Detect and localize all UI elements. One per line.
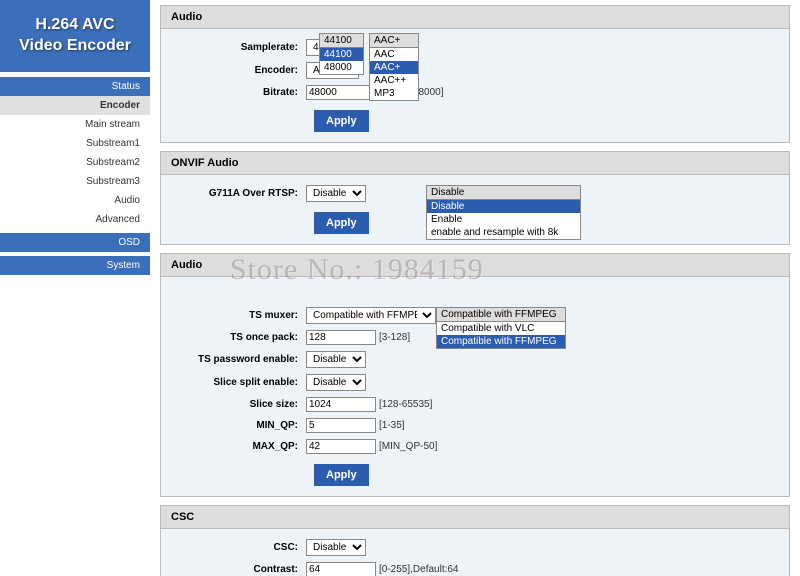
nav-substream3[interactable]: Substream3: [0, 172, 150, 191]
bitrate-input[interactable]: [306, 85, 376, 100]
encoder-opt-1[interactable]: AAC: [370, 48, 418, 61]
onvif-title: ONVIF Audio: [161, 152, 789, 175]
bitrate-label: Bitrate:: [176, 87, 306, 98]
nav-mainstream[interactable]: Main stream: [0, 115, 150, 134]
tsonce-hint: [3-128]: [379, 332, 410, 343]
nav-substream2[interactable]: Substream2: [0, 153, 150, 172]
audio1-apply-button[interactable]: Apply: [314, 110, 369, 132]
g711a-opt-3[interactable]: enable and resample with 8k: [427, 226, 580, 239]
encoder-opt-4[interactable]: MP3: [370, 87, 418, 100]
csc-title: CSC: [161, 506, 789, 529]
samplerate-dropdown-open[interactable]: 44100 44100 48000: [319, 33, 364, 75]
tsmuxer-label: TS muxer:: [176, 310, 306, 321]
tsmuxer-select[interactable]: Compatible with FFMPEG: [306, 307, 436, 324]
nav-substream1[interactable]: Substream1: [0, 134, 150, 153]
contrast-label: Contrast:: [176, 564, 306, 575]
nav-status[interactable]: Status: [0, 77, 150, 96]
minqp-hint: [1-35]: [379, 420, 405, 431]
nav-system[interactable]: System: [0, 256, 150, 275]
tsmuxer-opt-1[interactable]: Compatible with VLC: [437, 322, 565, 335]
main-content: Audio Samplerate: 44100 44100 44100 4800…: [150, 0, 800, 576]
slicesize-input[interactable]: [306, 397, 376, 412]
sidebar: H.264 AVC Video Encoder Status Encoder M…: [0, 0, 150, 576]
nav: Status Encoder Main stream Substream1 Su…: [0, 77, 150, 275]
onvif-section: ONVIF Audio G711A Over RTSP: Disable Dis…: [160, 151, 790, 245]
audio1-title: Audio: [161, 6, 789, 29]
maxqp-label: MAX_QP:: [176, 441, 306, 452]
logo-line1: H.264 AVC: [8, 15, 142, 36]
audio2-apply-button[interactable]: Apply: [314, 464, 369, 486]
minqp-label: MIN_QP:: [176, 420, 306, 431]
slicesize-label: Slice size:: [176, 399, 306, 410]
audio-section-1: Audio Samplerate: 44100 44100 44100 4800…: [160, 5, 790, 143]
onvif-apply-button[interactable]: Apply: [314, 212, 369, 234]
slicesize-hint: [128-65535]: [379, 399, 432, 410]
contrast-hint: [0-255],Default:64: [379, 564, 459, 575]
contrast-input[interactable]: [306, 562, 376, 576]
nav-audio[interactable]: Audio: [0, 191, 150, 210]
nav-advanced[interactable]: Advanced: [0, 210, 150, 229]
slicesplit-label: Slice split enable:: [176, 377, 306, 388]
csc-select[interactable]: Disable: [306, 539, 366, 556]
maxqp-hint: [MIN_QP-50]: [379, 441, 437, 452]
slicesplit-select[interactable]: Disable: [306, 374, 366, 391]
encoder-dropdown-open[interactable]: AAC+ AAC AAC+ AAC++ MP3: [369, 33, 419, 101]
tspass-label: TS password enable:: [176, 354, 306, 365]
tsonce-label: TS once pack:: [176, 332, 306, 343]
g711a-dropdown-open[interactable]: Disable Disable Enable enable and resamp…: [426, 185, 581, 240]
tsmuxer-opt-header[interactable]: Compatible with FFMPEG: [437, 308, 565, 322]
nav-encoder[interactable]: Encoder: [0, 96, 150, 115]
tsonce-input[interactable]: [306, 330, 376, 345]
logo-line2: Video Encoder: [8, 36, 142, 57]
samplerate-opt-2[interactable]: 48000: [320, 61, 363, 74]
encoder-opt-header[interactable]: AAC+: [370, 34, 418, 48]
logo: H.264 AVC Video Encoder: [0, 0, 150, 72]
g711a-opt-1[interactable]: Disable: [427, 200, 580, 213]
encoder-opt-2[interactable]: AAC+: [370, 61, 418, 74]
csc-label: CSC:: [176, 542, 306, 553]
nav-osd[interactable]: OSD: [0, 233, 150, 252]
samplerate-label: Samplerate:: [176, 42, 306, 53]
g711a-select[interactable]: Disable: [306, 185, 366, 202]
samplerate-opt-header[interactable]: 44100: [320, 34, 363, 48]
tsmuxer-opt-2[interactable]: Compatible with FFMPEG: [437, 335, 565, 348]
csc-section: CSC CSC: Disable Contrast: [0-255],Defau…: [160, 505, 790, 576]
audio2-title: Audio: [161, 254, 789, 277]
g711a-label: G711A Over RTSP:: [176, 188, 306, 199]
g711a-opt-2[interactable]: Enable: [427, 213, 580, 226]
tspass-select[interactable]: Disable: [306, 351, 366, 368]
maxqp-input[interactable]: [306, 439, 376, 454]
encoder-opt-3[interactable]: AAC++: [370, 74, 418, 87]
encoder-label: Encoder:: [176, 65, 306, 76]
minqp-input[interactable]: [306, 418, 376, 433]
tsmuxer-dropdown-open[interactable]: Compatible with FFMPEG Compatible with V…: [436, 307, 566, 349]
audio-section-2: Audio TS muxer: Compatible with FFMPEG C…: [160, 253, 790, 497]
samplerate-opt-1[interactable]: 44100: [320, 48, 363, 61]
g711a-opt-header[interactable]: Disable: [427, 186, 580, 200]
